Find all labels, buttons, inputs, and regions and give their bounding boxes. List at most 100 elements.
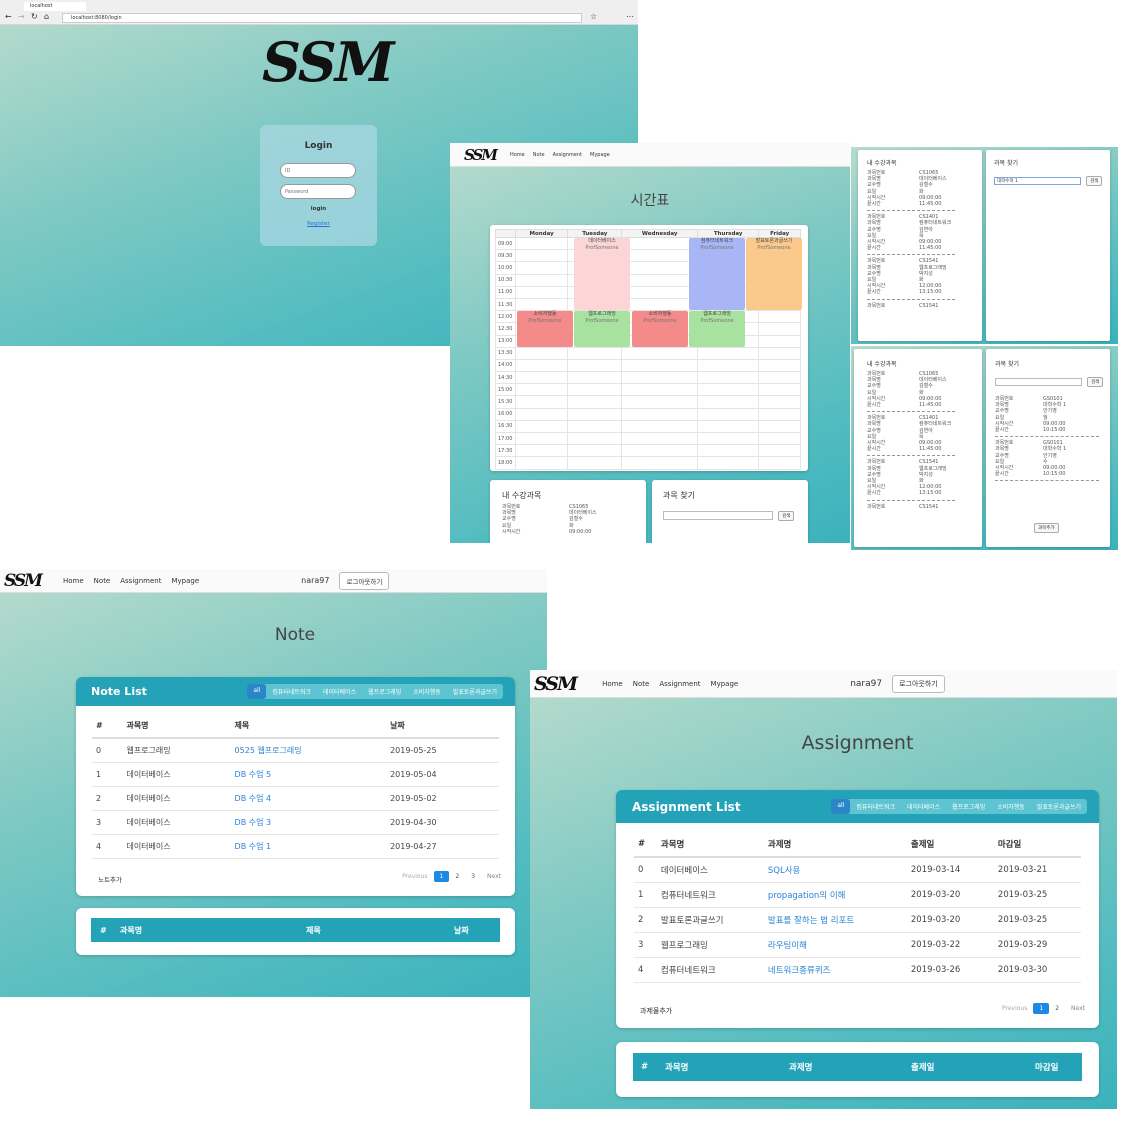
- table-row[interactable]: 2 발표토론과글쓰기 발표를 잘하는 법 리포트 2019-03-20 2019-03-…: [634, 907, 1081, 933]
- row-title-link[interactable]: 네트워크종류퀴즈: [768, 966, 831, 976]
- time-cell[interactable]: [758, 456, 801, 470]
- star-icon[interactable]: ☆: [590, 12, 597, 21]
- back-icon[interactable]: ←: [5, 12, 12, 21]
- table-row[interactable]: 0 데이터베이스 SQL사용 2019-03-14 2019-03-21: [634, 857, 1081, 883]
- search-result[interactable]: 과목번호 과목명 교수명 요일 시작시간 끝시간 GS0101 대학수학 1 안기영 수 09:00…: [995, 440, 1110, 477]
- nav-mypage[interactable]: Mypage: [711, 680, 739, 688]
- time-cell[interactable]: [621, 261, 699, 275]
- time-cell[interactable]: [514, 261, 569, 275]
- time-cell[interactable]: [697, 383, 760, 397]
- time-cell[interactable]: [621, 407, 699, 421]
- row-title-link[interactable]: DB 수업 5: [235, 770, 272, 779]
- filter-tab[interactable]: all: [831, 799, 851, 814]
- forward-icon[interactable]: →: [18, 12, 25, 21]
- time-cell[interactable]: [697, 346, 760, 360]
- time-cell[interactable]: [567, 383, 623, 397]
- class-block[interactable]: 소비자행동 ProfSomeone: [632, 311, 688, 347]
- refresh-icon[interactable]: ↻: [31, 12, 38, 21]
- time-cell[interactable]: [514, 444, 569, 458]
- filter-tab[interactable]: 발표토론과글쓰기: [1031, 799, 1087, 814]
- class-block[interactable]: 웹프로그래밍 ProfSomeone: [689, 311, 745, 347]
- time-cell[interactable]: [621, 371, 699, 385]
- row-title-link[interactable]: DB 수업 4: [235, 794, 272, 803]
- filter-tab[interactable]: 데이터베이스: [901, 799, 946, 814]
- time-cell[interactable]: [758, 310, 801, 324]
- time-cell[interactable]: [567, 419, 623, 434]
- time-cell[interactable]: [758, 407, 801, 421]
- time-cell[interactable]: [758, 371, 801, 385]
- table-row[interactable]: 3 데이터베이스 DB 수업 3 2019-04-30: [92, 810, 499, 835]
- pager-page[interactable]: 1: [433, 871, 450, 882]
- nav-mypage[interactable]: Mypage: [171, 577, 199, 585]
- time-cell[interactable]: [621, 383, 699, 397]
- nav-home[interactable]: Home: [63, 577, 84, 585]
- browser-tab[interactable]: localhost: [24, 2, 86, 11]
- time-cell[interactable]: [567, 371, 623, 385]
- time-cell[interactable]: [621, 273, 699, 287]
- course-search-button[interactable]: 검색: [1086, 175, 1103, 186]
- time-cell[interactable]: [758, 322, 801, 336]
- pager-page[interactable]: 2: [449, 871, 465, 882]
- time-cell[interactable]: [621, 444, 699, 458]
- login-button[interactable]: login: [260, 206, 377, 212]
- time-cell[interactable]: [621, 358, 699, 373]
- logout-button[interactable]: 로그아웃하기: [339, 571, 390, 590]
- time-cell[interactable]: [621, 249, 699, 263]
- time-cell[interactable]: [621, 419, 699, 434]
- time-cell[interactable]: [514, 456, 569, 470]
- filter-tab[interactable]: 데이터베이스: [317, 684, 362, 699]
- time-cell[interactable]: [514, 273, 569, 287]
- password-input[interactable]: [280, 184, 356, 199]
- time-cell[interactable]: [758, 383, 801, 397]
- time-cell[interactable]: [697, 456, 760, 470]
- time-cell[interactable]: [514, 419, 569, 434]
- table-row[interactable]: 1 데이터베이스 DB 수업 5 2019-05-04: [92, 762, 499, 787]
- register-link[interactable]: Register: [260, 221, 377, 227]
- time-cell[interactable]: [758, 395, 801, 409]
- time-cell[interactable]: [567, 444, 623, 458]
- time-cell[interactable]: [514, 371, 569, 385]
- row-title-link[interactable]: 라우팅이해: [768, 941, 807, 951]
- time-cell[interactable]: [697, 358, 760, 373]
- home-icon[interactable]: ⌂: [44, 12, 49, 21]
- course-search-input[interactable]: [995, 377, 1082, 386]
- add-assignment-button[interactable]: 과제물추가: [640, 1006, 672, 1016]
- nav-home[interactable]: Home: [510, 152, 525, 158]
- time-cell[interactable]: [758, 358, 801, 373]
- nav-assignment[interactable]: Assignment: [120, 577, 161, 585]
- nav-home[interactable]: Home: [602, 680, 623, 688]
- nav-note[interactable]: Note: [633, 680, 650, 688]
- class-block[interactable]: 컴퓨터네트워크 ProfSomeone: [689, 238, 745, 311]
- ssm-logo[interactable]: SSM: [534, 673, 578, 695]
- filter-tab[interactable]: 컴퓨터네트워크: [850, 799, 901, 814]
- class-block[interactable]: 웹프로그래밍 ProfSomeone: [574, 311, 630, 347]
- filter-tab[interactable]: all: [247, 684, 267, 699]
- time-cell[interactable]: [697, 444, 760, 458]
- time-cell[interactable]: [697, 431, 760, 446]
- time-cell[interactable]: [567, 346, 623, 360]
- nav-assignment[interactable]: Assignment: [553, 152, 582, 158]
- add-note-button[interactable]: 노트추가: [98, 874, 122, 884]
- pager-page[interactable]: 2: [1049, 1003, 1065, 1014]
- nav-mypage[interactable]: Mypage: [590, 152, 610, 158]
- filter-tab[interactable]: 웹프로그래밍: [946, 799, 991, 814]
- time-cell[interactable]: [621, 297, 699, 312]
- search-result[interactable]: 과목번호 과목명 교수명 요일 시작시간 끝시간 GS0101 대학수학 1 안기영 월 09:00…: [995, 396, 1110, 433]
- time-cell[interactable]: [514, 346, 569, 360]
- pager-next[interactable]: Next: [1065, 1003, 1091, 1014]
- class-block[interactable]: 발표토론과글쓰기 ProfSomeone: [746, 238, 802, 311]
- time-cell[interactable]: [514, 249, 569, 263]
- table-row[interactable]: 0 웹프로그래밍 0525 웹프로그래밍 2019-05-25: [92, 738, 499, 763]
- pager-page[interactable]: 1: [1033, 1003, 1050, 1014]
- time-cell[interactable]: [514, 297, 569, 312]
- time-cell[interactable]: [621, 236, 699, 251]
- course-search-button[interactable]: 검색: [1087, 376, 1104, 387]
- time-cell[interactable]: [567, 456, 623, 470]
- pager-page[interactable]: 3: [465, 871, 481, 882]
- table-row[interactable]: 4 데이터베이스 DB 수업 1 2019-04-27: [92, 834, 499, 859]
- filter-tab[interactable]: 소비자행동: [991, 799, 1031, 814]
- row-title-link[interactable]: DB 수업 3: [235, 818, 272, 827]
- pager-next[interactable]: Next: [481, 871, 507, 882]
- time-cell[interactable]: [567, 358, 623, 373]
- time-cell[interactable]: [514, 407, 569, 421]
